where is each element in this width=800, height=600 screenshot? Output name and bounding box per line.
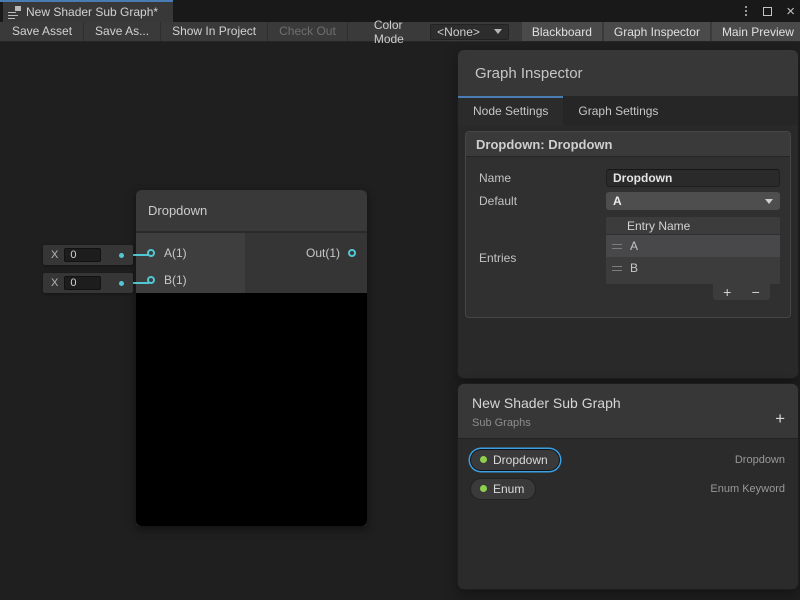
entry-row-a[interactable]: A <box>606 235 780 257</box>
color-mode-value: <None> <box>437 25 480 39</box>
subgraph-asset-icon <box>8 6 21 19</box>
entry-row-b[interactable]: B <box>606 257 780 279</box>
graph-inspector-panel: Graph Inspector Node Settings Graph Sett… <box>458 50 798 378</box>
port-a-stub-icon <box>119 253 124 258</box>
port-a-label: A(1) <box>164 246 187 260</box>
dropdown-settings-body: Name Default A Entries <box>466 157 790 317</box>
default-label: Default <box>479 194 606 208</box>
dropdown-property-pill[interactable]: Dropdown <box>471 450 559 470</box>
maximize-icon[interactable] <box>763 7 772 16</box>
node-port-area: A(1) B(1) Out(1) <box>136 233 367 293</box>
port-b-default-widget: X <box>43 273 133 293</box>
dropdown-settings-box: Dropdown: Dropdown Name Default A <box>465 131 791 318</box>
entry-b-text: B <box>630 261 638 275</box>
blackboard-item-enum: Enum Enum Keyword <box>471 477 785 500</box>
input-port-b: B(1) <box>136 266 245 293</box>
graph-inspector-header[interactable]: Graph Inspector <box>458 50 798 96</box>
graph-toolbar: Save Asset Save As... Show In Project Ch… <box>0 22 800 42</box>
blackboard-toggle-button[interactable]: Blackboard <box>522 22 602 41</box>
graph-inspector-toggle-button[interactable]: Graph Inspector <box>604 22 710 41</box>
node-header[interactable]: Dropdown <box>136 190 367 233</box>
exposed-dot-icon <box>480 485 487 492</box>
port-a-value-input[interactable] <box>64 248 101 262</box>
drag-handle-icon[interactable] <box>612 244 622 249</box>
color-mode-label: Color Mode <box>374 18 422 46</box>
color-mode-dropdown[interactable]: <None> <box>430 24 509 40</box>
drag-handle-icon[interactable] <box>612 266 622 271</box>
node-title: Dropdown <box>148 203 207 218</box>
output-port-out: Out(1) <box>245 239 367 266</box>
add-property-button[interactable]: + <box>775 410 785 427</box>
tab-node-settings[interactable]: Node Settings <box>458 96 563 125</box>
entries-field-row: Entries Entry Name A B <box>479 215 780 300</box>
entries-list-footer: + − <box>713 284 770 300</box>
window-menu-icon[interactable] <box>743 4 749 18</box>
entry-a-text: A <box>630 239 638 253</box>
entries-list: Entry Name A B <box>606 217 780 284</box>
main-preview-toggle-button[interactable]: Main Preview <box>712 22 800 41</box>
default-dropdown[interactable]: A <box>606 192 780 210</box>
node-output-column: Out(1) <box>245 233 367 293</box>
blackboard-body: Dropdown Dropdown Enum Enum Keyword <box>458 439 798 515</box>
enum-property-pill[interactable]: Enum <box>471 479 535 499</box>
node-preview <box>136 293 367 526</box>
blackboard-header[interactable]: New Shader Sub Graph Sub Graphs + <box>458 384 798 439</box>
port-b-stub-icon <box>119 281 124 286</box>
entries-label: Entries <box>479 251 606 265</box>
port-b-value-input[interactable] <box>64 276 101 290</box>
remove-entry-button[interactable]: − <box>752 285 760 299</box>
check-out-button[interactable]: Check Out <box>268 22 348 41</box>
port-b-label: B(1) <box>164 273 187 287</box>
add-entry-button[interactable]: + <box>723 285 731 299</box>
exposed-dot-icon <box>480 456 487 463</box>
default-field-row: Default A <box>479 192 780 210</box>
document-tab[interactable]: New Shader Sub Graph* <box>3 2 173 22</box>
document-tab-title: New Shader Sub Graph* <box>26 5 158 19</box>
port-out-label: Out(1) <box>306 246 340 260</box>
toolbar-right-group: Blackboard Graph Inspector Main Preview <box>520 22 800 41</box>
blackboard-title: New Shader Sub Graph <box>472 395 784 411</box>
port-out-connector-icon[interactable] <box>348 249 356 257</box>
name-input[interactable] <box>606 169 780 187</box>
color-mode-group: Color Mode <None> <box>374 22 509 41</box>
port-a-axis-label: X <box>51 249 58 261</box>
blackboard-panel: New Shader Sub Graph Sub Graphs + Dropdo… <box>458 384 798 589</box>
window-controls: × <box>743 0 795 22</box>
enum-type-label: Enum Keyword <box>710 483 785 495</box>
name-label: Name <box>479 171 606 185</box>
show-in-project-button[interactable]: Show In Project <box>161 22 268 41</box>
toolbar-left-group: Save Asset Save As... Show In Project Ch… <box>0 22 348 41</box>
dropdown-settings-title: Dropdown: Dropdown <box>466 132 790 157</box>
port-b-axis-label: X <box>51 277 58 289</box>
node-input-column: A(1) B(1) <box>136 233 245 293</box>
save-asset-button[interactable]: Save Asset <box>1 22 84 41</box>
inspector-tab-bar: Node Settings Graph Settings <box>458 96 798 125</box>
input-port-a: A(1) <box>136 239 245 266</box>
dropdown-node[interactable]: Dropdown A(1) B(1) Out(1) <box>136 190 367 526</box>
blackboard-subtitle: Sub Graphs <box>472 417 784 429</box>
save-as-button[interactable]: Save As... <box>84 22 161 41</box>
name-field-row: Name <box>479 169 780 187</box>
entries-list-header: Entry Name <box>606 217 780 235</box>
blackboard-item-dropdown: Dropdown Dropdown <box>471 448 785 471</box>
graph-inspector-title: Graph Inspector <box>475 65 583 82</box>
chevron-down-icon <box>765 199 773 204</box>
shader-graph-window: New Shader Sub Graph* × Save Asset Save … <box>0 0 800 600</box>
close-icon[interactable]: × <box>786 4 795 19</box>
dropdown-pill-label: Dropdown <box>493 453 548 467</box>
port-a-default-widget: X <box>43 245 133 265</box>
tab-graph-settings[interactable]: Graph Settings <box>563 96 673 125</box>
default-dropdown-value: A <box>613 194 622 208</box>
chevron-down-icon <box>494 29 502 34</box>
enum-pill-label: Enum <box>493 482 524 496</box>
dropdown-type-label: Dropdown <box>735 454 785 466</box>
